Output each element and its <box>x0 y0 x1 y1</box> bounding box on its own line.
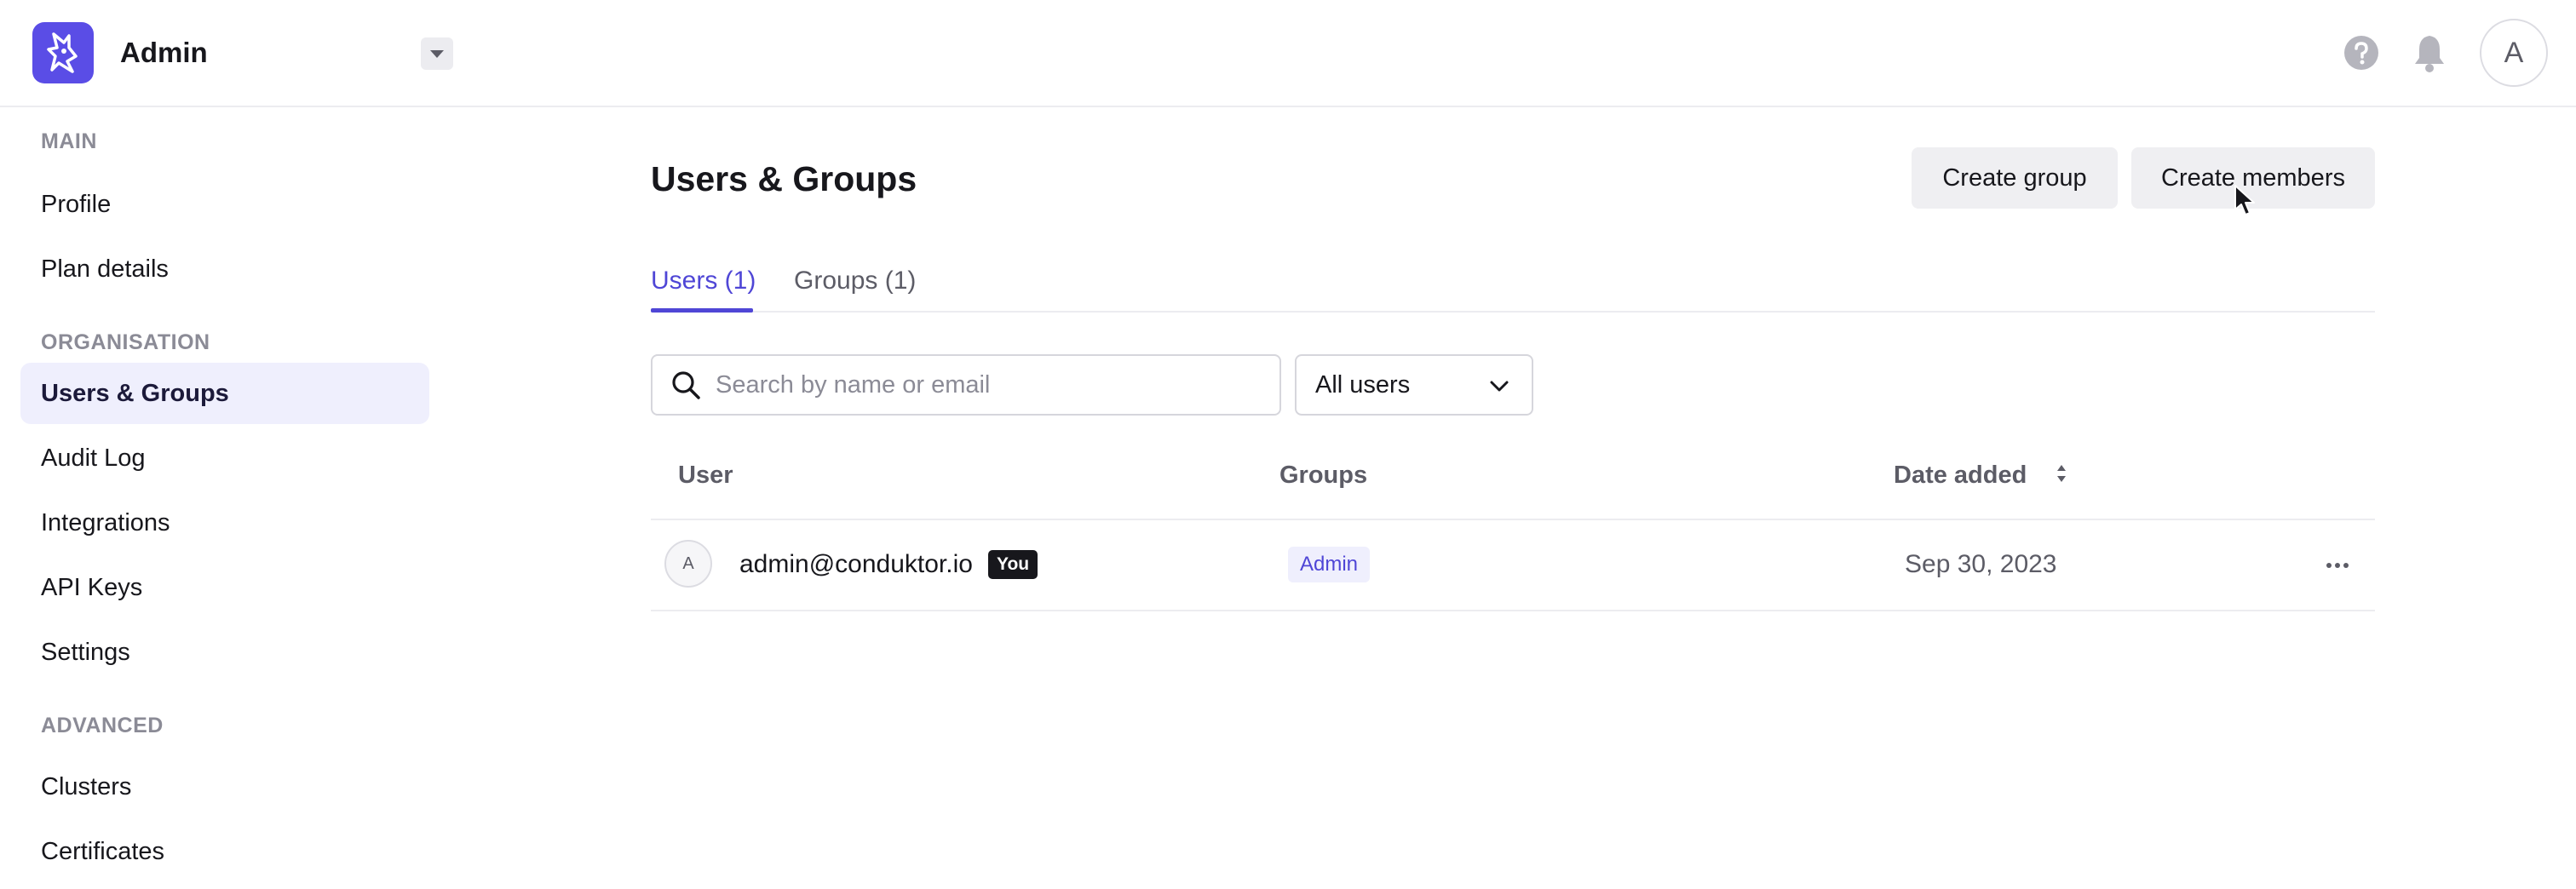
search-box[interactable] <box>651 354 1281 416</box>
search-icon <box>672 371 700 399</box>
column-header-user: User <box>678 462 733 489</box>
sidebar-item-users-groups[interactable]: Users & Groups <box>20 363 429 424</box>
caret-down-icon <box>430 50 444 58</box>
sidebar-item-label: Audit Log <box>41 444 146 472</box>
user-filter-value: All users <box>1315 370 1411 399</box>
table-header-divider <box>651 519 2375 520</box>
tab-groups[interactable]: Groups (1) <box>794 262 916 300</box>
sidebar: MAIN Profile Plan details ORGANISATION U… <box>0 107 443 889</box>
user-avatar[interactable]: A <box>2480 19 2548 87</box>
sidebar-item-settings[interactable]: Settings <box>20 622 429 683</box>
create-group-button[interactable]: Create group <box>1912 147 2118 209</box>
user-filter-select[interactable]: All users <box>1295 354 1533 416</box>
tab-users[interactable]: Users (1) <box>651 262 756 300</box>
you-badge: You <box>988 550 1038 579</box>
top-bar: Admin A <box>0 0 2576 107</box>
row-actions-button[interactable] <box>2320 548 2355 582</box>
logo-icon[interactable] <box>32 22 94 83</box>
sidebar-item-label: API Keys <box>41 573 143 601</box>
column-header-groups: Groups <box>1279 462 1368 489</box>
user-email: admin@conduktor.io <box>739 550 973 578</box>
sidebar-item-label: Integrations <box>41 508 170 536</box>
workspace-dropdown-button[interactable] <box>421 37 453 70</box>
app-title: Admin <box>120 37 208 68</box>
sidebar-item-clusters[interactable]: Clusters <box>20 756 429 817</box>
search-input[interactable] <box>714 370 1262 400</box>
sidebar-item-label: Profile <box>41 190 112 218</box>
more-horizontal-icon <box>2326 563 2349 568</box>
sort-icon[interactable] <box>2055 462 2068 485</box>
sidebar-item-plan-details[interactable]: Plan details <box>20 238 429 300</box>
page-title: Users & Groups <box>651 159 917 198</box>
chevron-down-icon <box>1490 381 1509 392</box>
table-row-divider <box>651 610 2375 611</box>
group-badge[interactable]: Admin <box>1288 547 1371 582</box>
help-icon[interactable] <box>2343 34 2380 72</box>
sidebar-section-advanced: ADVANCED <box>41 714 164 737</box>
sidebar-item-label: Certificates <box>41 837 165 865</box>
date-added: Sep 30, 2023 <box>1905 550 2057 578</box>
sidebar-item-profile[interactable]: Profile <box>20 174 429 235</box>
sidebar-item-api-keys[interactable]: API Keys <box>20 557 429 618</box>
bell-icon[interactable] <box>2411 32 2448 73</box>
sidebar-item-label: Users & Groups <box>41 379 229 407</box>
active-tab-indicator <box>651 308 753 313</box>
mouse-cursor-icon <box>2234 185 2255 215</box>
sidebar-item-label: Clusters <box>41 772 132 800</box>
column-header-date-added[interactable]: Date added <box>1894 460 2027 490</box>
sidebar-section-main: MAIN <box>41 129 97 153</box>
sidebar-item-integrations[interactable]: Integrations <box>20 492 429 553</box>
sidebar-section-organisation: ORGANISATION <box>41 330 210 354</box>
sidebar-item-certificates[interactable]: Certificates <box>20 821 429 882</box>
row-avatar: A <box>664 540 712 588</box>
sidebar-item-label: Settings <box>41 638 130 666</box>
sidebar-item-label: Plan details <box>41 255 169 283</box>
tabs-divider <box>651 311 2375 313</box>
sidebar-item-audit-log[interactable]: Audit Log <box>20 427 429 489</box>
